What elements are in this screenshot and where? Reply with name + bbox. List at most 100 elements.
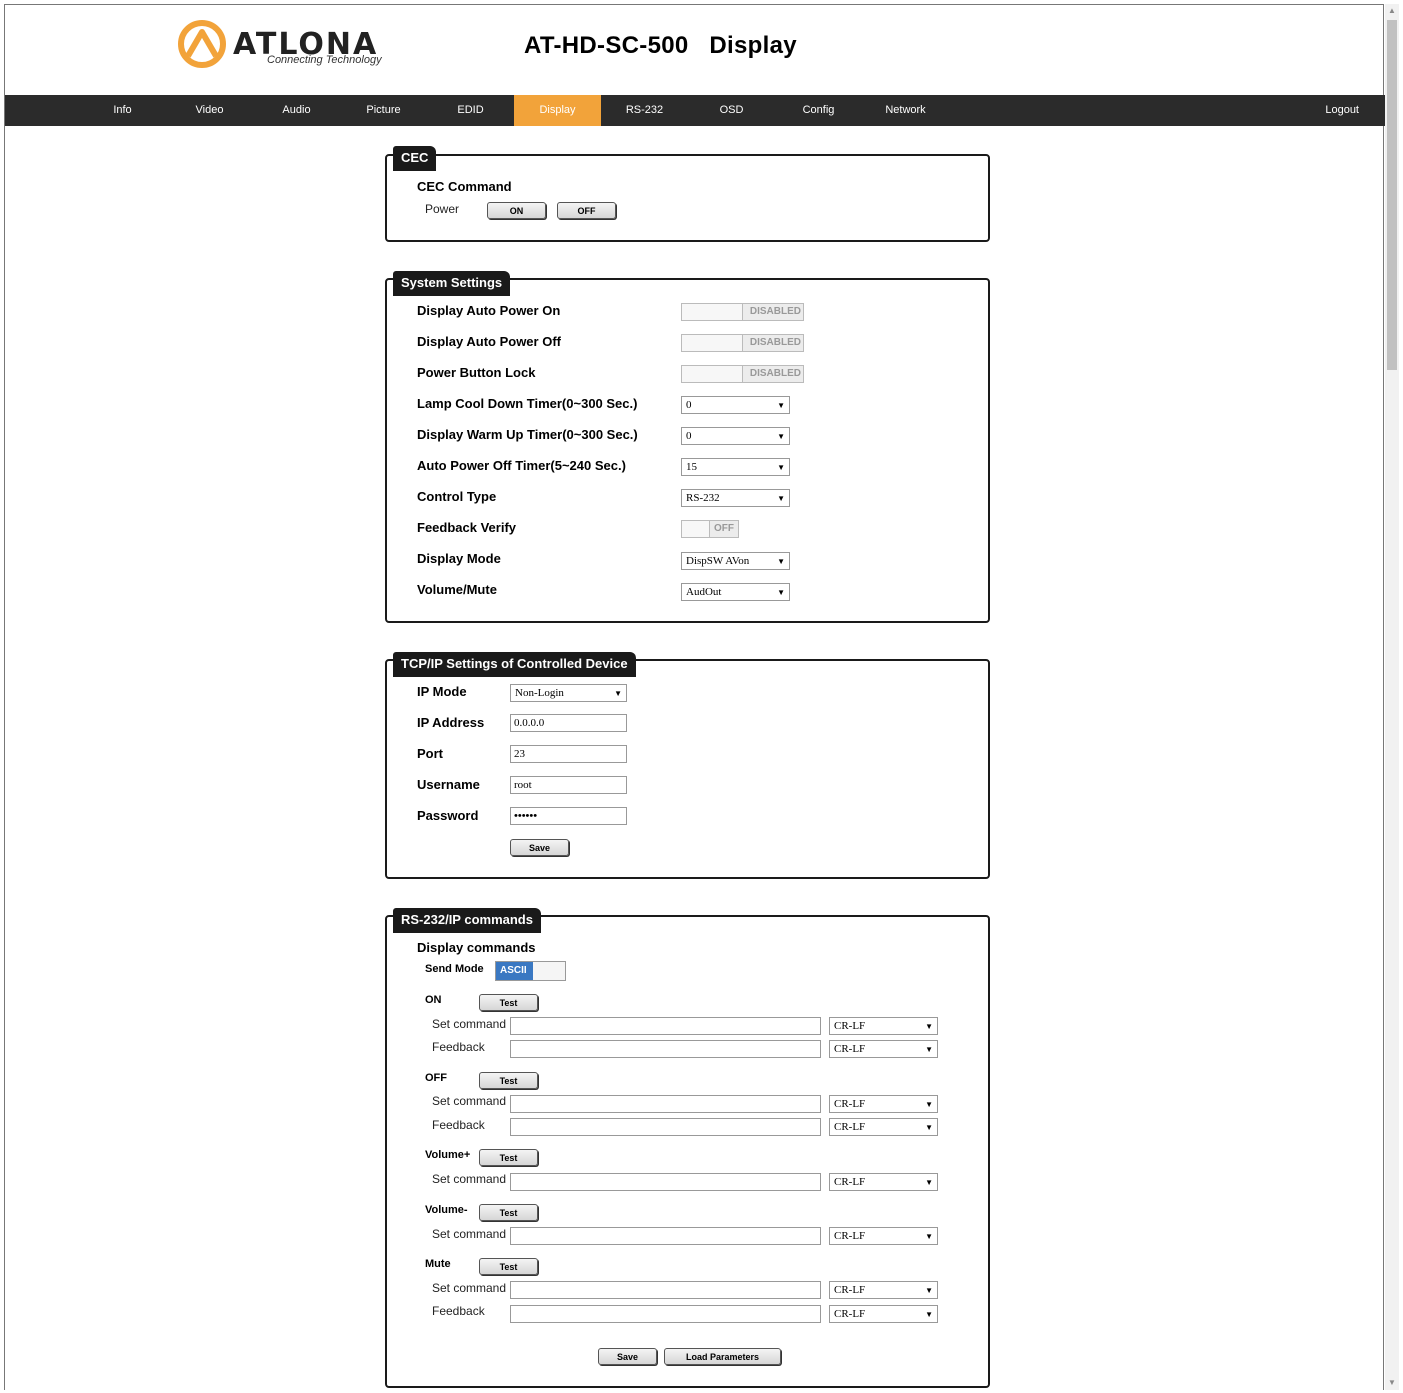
volume-up-test-button[interactable]: Test bbox=[479, 1149, 538, 1166]
volume-up-set-command-label: Set command bbox=[432, 1172, 507, 1186]
display-auto-power-on-toggle[interactable]: DISABLED bbox=[681, 303, 804, 321]
mute-set-command-input[interactable] bbox=[510, 1281, 821, 1299]
nav-display[interactable]: Display bbox=[514, 95, 601, 126]
display-mode-select[interactable]: DispSW AVon ▼ bbox=[681, 552, 790, 570]
send-mode-label: Send Mode bbox=[425, 963, 484, 975]
volume-down-test-button[interactable]: Test bbox=[479, 1204, 538, 1221]
volume-up-group-label: Volume+ bbox=[425, 1149, 471, 1161]
control-type-select[interactable]: RS-232 ▼ bbox=[681, 489, 790, 507]
volume-down-set-command-input[interactable] bbox=[510, 1227, 821, 1245]
cec-on-button[interactable]: ON bbox=[487, 202, 546, 219]
mute-feedback-label: Feedback bbox=[432, 1304, 485, 1318]
tcpip-tab: TCP/IP Settings of Controlled Device bbox=[393, 652, 636, 677]
username-label: Username bbox=[417, 777, 480, 792]
port-label: Port bbox=[417, 746, 443, 761]
commands-tab: RS-232/IP commands bbox=[393, 908, 541, 933]
cec-tab: CEC bbox=[393, 146, 437, 171]
auto-power-off-timer-select[interactable]: 15 ▼ bbox=[681, 458, 790, 476]
on-set-command-label: Set command bbox=[432, 1017, 507, 1031]
nav-audio[interactable]: Audio bbox=[253, 95, 340, 126]
vertical-scrollbar[interactable]: ▲ ▼ bbox=[1385, 4, 1399, 1390]
system-settings-panel bbox=[385, 278, 990, 623]
ip-mode-select[interactable]: Non-Login ▼ bbox=[510, 684, 627, 702]
nav-info[interactable]: Info bbox=[79, 95, 166, 126]
scroll-up-arrow-icon[interactable]: ▲ bbox=[1385, 4, 1399, 18]
chevron-down-icon: ▼ bbox=[925, 1310, 933, 1319]
display-auto-power-off-toggle[interactable]: DISABLED bbox=[681, 334, 804, 352]
lamp-cool-down-select[interactable]: 0 ▼ bbox=[681, 396, 790, 414]
chevron-down-icon: ▼ bbox=[777, 588, 785, 597]
display-auto-power-on-label: Display Auto Power On bbox=[417, 303, 561, 318]
ip-address-input[interactable]: 0.0.0.0 bbox=[510, 714, 627, 732]
mute-feedback-input[interactable] bbox=[510, 1305, 821, 1323]
nav-video[interactable]: Video bbox=[166, 95, 253, 126]
mute-test-button[interactable]: Test bbox=[479, 1258, 538, 1275]
off-set-command-input[interactable] bbox=[510, 1095, 821, 1113]
on-test-button[interactable]: Test bbox=[479, 994, 538, 1011]
nav-picture[interactable]: Picture bbox=[340, 95, 427, 126]
volume-up-terminator-select[interactable]: CR-LF ▼ bbox=[829, 1173, 938, 1191]
chevron-down-icon: ▼ bbox=[777, 401, 785, 410]
mute-feedback-terminator-select[interactable]: CR-LF ▼ bbox=[829, 1305, 938, 1323]
password-input[interactable]: •••••• bbox=[510, 807, 627, 825]
nav-osd[interactable]: OSD bbox=[688, 95, 775, 126]
logo-tagline: Connecting Technology bbox=[267, 54, 382, 66]
feedback-verify-toggle[interactable]: OFF bbox=[681, 520, 739, 538]
page-title: AT-HD-SC-500 Display bbox=[524, 32, 797, 59]
chevron-down-icon: ▼ bbox=[925, 1178, 933, 1187]
chevron-down-icon: ▼ bbox=[925, 1100, 933, 1109]
system-settings-tab: System Settings bbox=[393, 271, 511, 296]
password-label: Password bbox=[417, 808, 479, 823]
on-set-command-input[interactable] bbox=[510, 1017, 821, 1035]
chevron-down-icon: ▼ bbox=[925, 1232, 933, 1241]
port-input[interactable]: 23 bbox=[510, 745, 627, 763]
lamp-cool-down-label: Lamp Cool Down Timer(0~300 Sec.) bbox=[417, 396, 638, 411]
volume-down-group-label: Volume- bbox=[425, 1204, 468, 1216]
mute-set-command-label: Set command bbox=[432, 1281, 507, 1295]
on-feedback-terminator-select[interactable]: CR-LF ▼ bbox=[829, 1040, 938, 1058]
mute-group-label: Mute bbox=[425, 1258, 451, 1270]
feedback-verify-label: Feedback Verify bbox=[417, 520, 516, 535]
mute-set-terminator-select[interactable]: CR-LF ▼ bbox=[829, 1281, 938, 1299]
nav-logout[interactable]: Logout bbox=[1325, 95, 1359, 126]
main-nav: Info Video Audio Picture EDID Display RS… bbox=[5, 95, 1385, 126]
cec-off-button[interactable]: OFF bbox=[557, 202, 616, 219]
on-feedback-input[interactable] bbox=[510, 1040, 821, 1058]
load-parameters-button[interactable]: Load Parameters bbox=[664, 1348, 781, 1365]
off-feedback-label: Feedback bbox=[432, 1118, 485, 1132]
chevron-down-icon: ▼ bbox=[777, 494, 785, 503]
volume-mute-select[interactable]: AudOut ▼ bbox=[681, 583, 790, 601]
nav-config[interactable]: Config bbox=[775, 95, 862, 126]
username-input[interactable]: root bbox=[510, 776, 627, 794]
auto-power-off-timer-label: Auto Power Off Timer(5~240 Sec.) bbox=[417, 458, 626, 473]
display-warm-up-select[interactable]: 0 ▼ bbox=[681, 427, 790, 445]
scroll-down-arrow-icon[interactable]: ▼ bbox=[1385, 1376, 1399, 1390]
power-button-lock-label: Power Button Lock bbox=[417, 365, 536, 380]
on-set-terminator-select[interactable]: CR-LF ▼ bbox=[829, 1017, 938, 1035]
scroll-thumb[interactable] bbox=[1387, 20, 1397, 370]
off-test-button[interactable]: Test bbox=[479, 1072, 538, 1089]
commands-save-button[interactable]: Save bbox=[598, 1348, 657, 1365]
power-label: Power bbox=[425, 202, 460, 216]
display-commands-heading: Display commands bbox=[417, 940, 536, 955]
nav-edid[interactable]: EDID bbox=[427, 95, 514, 126]
volume-down-set-command-label: Set command bbox=[432, 1227, 507, 1241]
chevron-down-icon: ▼ bbox=[777, 463, 785, 472]
off-group-label: OFF bbox=[425, 1072, 447, 1084]
off-feedback-input[interactable] bbox=[510, 1118, 821, 1136]
tcpip-save-button[interactable]: Save bbox=[510, 839, 569, 856]
nav-network[interactable]: Network bbox=[862, 95, 949, 126]
power-button-lock-toggle[interactable]: DISABLED bbox=[681, 365, 804, 383]
send-mode-toggle[interactable]: ASCII bbox=[495, 961, 566, 981]
cec-command-label: CEC Command bbox=[417, 179, 512, 194]
chevron-down-icon: ▼ bbox=[925, 1286, 933, 1295]
off-feedback-terminator-select[interactable]: CR-LF ▼ bbox=[829, 1118, 938, 1136]
volume-down-terminator-select[interactable]: CR-LF ▼ bbox=[829, 1227, 938, 1245]
volume-mute-label: Volume/Mute bbox=[417, 582, 497, 597]
volume-up-set-command-input[interactable] bbox=[510, 1173, 821, 1191]
on-feedback-label: Feedback bbox=[432, 1040, 485, 1054]
off-set-terminator-select[interactable]: CR-LF ▼ bbox=[829, 1095, 938, 1113]
off-set-command-label: Set command bbox=[432, 1094, 507, 1108]
display-warm-up-label: Display Warm Up Timer(0~300 Sec.) bbox=[417, 427, 638, 442]
nav-rs232[interactable]: RS-232 bbox=[601, 95, 688, 126]
